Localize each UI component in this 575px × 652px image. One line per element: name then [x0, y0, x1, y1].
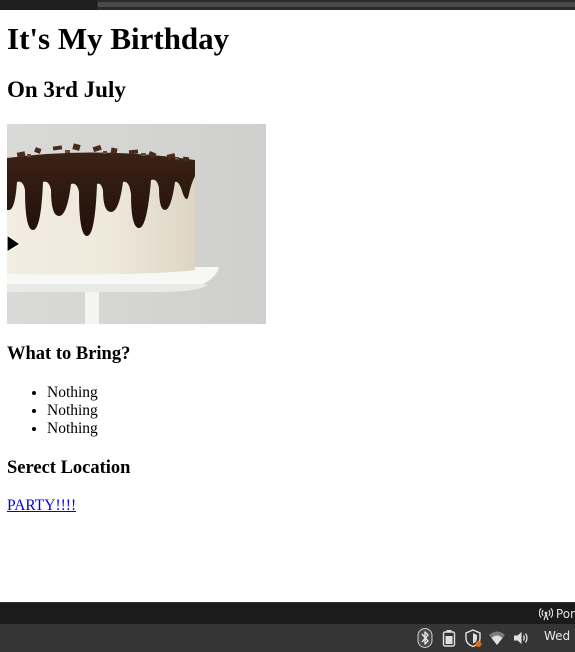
volume-icon[interactable]: [512, 628, 530, 648]
tray-icons: [416, 628, 530, 648]
list-item: Nothing: [47, 384, 98, 402]
list-item: Nothing: [47, 402, 98, 420]
ports-label: Por: [555, 607, 575, 621]
cake-image: [7, 124, 266, 324]
system-tray: Wed: [0, 624, 575, 652]
bring-list: Nothing Nothing Nothing: [7, 384, 98, 438]
party-link[interactable]: PARTY!!!!: [7, 497, 76, 515]
status-bar: Por: [0, 602, 575, 625]
broadcast-icon: [538, 607, 553, 621]
clock[interactable]: Wed: [544, 629, 570, 643]
wifi-icon[interactable]: [488, 628, 506, 648]
ports-status-item[interactable]: Por: [538, 606, 575, 622]
battery-icon[interactable]: [440, 628, 458, 648]
location-heading: Serect Location: [7, 458, 131, 478]
list-item: Nothing: [47, 420, 98, 438]
page-title: It's My Birthday: [7, 21, 230, 56]
browser-viewport: It's My Birthday On 3rd July What to Bri…: [0, 0, 575, 652]
shield-update-icon[interactable]: [464, 628, 482, 648]
bring-heading: What to Bring?: [7, 344, 131, 364]
bluetooth-icon[interactable]: [416, 628, 434, 648]
page-subtitle: On 3rd July: [7, 77, 126, 102]
active-tab[interactable]: [0, 0, 97, 10]
mouse-pointer-icon: [6, 234, 22, 254]
horizontal-scrollbar[interactable]: [98, 2, 575, 7]
top-toolbar: [0, 0, 575, 10]
